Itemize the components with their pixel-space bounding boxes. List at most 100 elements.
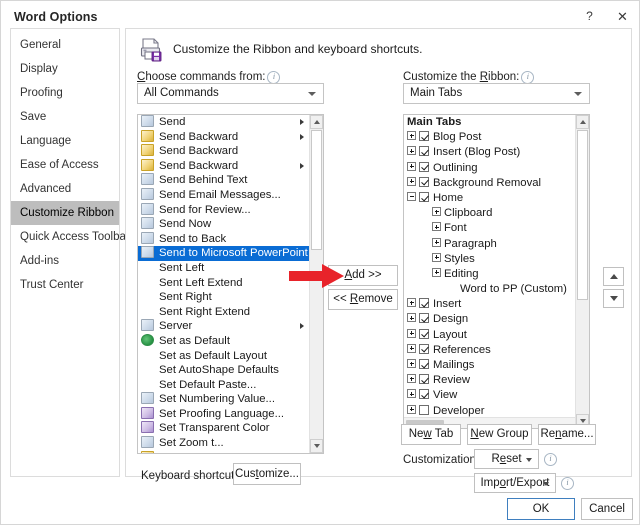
tree-item[interactable]: Clipboard (404, 206, 575, 221)
sidebar-item-language[interactable]: Language (11, 129, 119, 153)
command-list-item[interactable]: Sent Right Extend (138, 305, 309, 320)
add-button[interactable]: Add >> (328, 265, 398, 286)
expand-plus-icon[interactable] (432, 267, 441, 277)
tree-item[interactable]: Design (404, 312, 575, 327)
choose-commands-combo[interactable]: All Commands (137, 83, 324, 104)
move-up-button[interactable] (603, 267, 624, 286)
tab-visibility-checkbox[interactable] (419, 343, 429, 354)
move-down-button[interactable] (603, 289, 624, 308)
sidebar-item-ease-of-access[interactable]: Ease of Access (11, 153, 119, 177)
tree-item[interactable]: Outlining (404, 161, 575, 176)
command-list-item[interactable]: Send Backward (138, 129, 309, 145)
tree-item[interactable]: Review (404, 373, 575, 388)
command-list-item[interactable]: Send Backward (138, 158, 309, 174)
tree-item[interactable]: Paragraph (404, 237, 575, 252)
tree-item[interactable]: Layout (404, 328, 575, 343)
command-list-item[interactable]: Send to Microsoft PowerPoint (138, 246, 309, 261)
command-list-item[interactable]: Set Proofing Language... (138, 406, 309, 422)
command-list-item[interactable]: Set as Default Layout (138, 349, 309, 364)
tab-visibility-checkbox[interactable] (419, 359, 429, 369)
command-list-item[interactable]: Set AutoShape Defaults (138, 363, 309, 378)
command-list-item[interactable]: Set Numbering Value... (138, 392, 309, 407)
command-list-item[interactable]: Set Zoom t... (138, 436, 309, 451)
expand-plus-icon[interactable] (407, 389, 416, 399)
expand-plus-icon[interactable] (407, 359, 416, 368)
tab-visibility-checkbox[interactable] (419, 328, 429, 339)
tab-visibility-checkbox[interactable] (419, 131, 429, 142)
tab-visibility-checkbox[interactable] (419, 374, 429, 385)
tab-visibility-checkbox[interactable] (419, 146, 429, 157)
tab-visibility-checkbox[interactable] (419, 161, 429, 172)
expand-plus-icon[interactable] (407, 313, 416, 323)
cancel-button[interactable]: Cancel (581, 498, 633, 520)
scroll-thumb[interactable] (577, 130, 588, 300)
expand-plus-icon[interactable] (407, 131, 416, 141)
command-list-item[interactable]: Send to Back (138, 231, 309, 247)
command-list-item[interactable]: Send (138, 115, 309, 130)
command-list-item[interactable]: Send Backward (138, 144, 309, 159)
command-list-item[interactable]: Shading (138, 450, 309, 453)
help-icon[interactable]: ? (575, 4, 604, 29)
command-list-item[interactable]: Send Behind Text (138, 173, 309, 188)
main-tabs-scrollbar[interactable] (575, 115, 589, 428)
expand-plus-icon[interactable] (407, 343, 416, 353)
expand-plus-icon[interactable] (407, 374, 416, 384)
expand-plus-icon[interactable] (407, 328, 416, 338)
tree-item[interactable]: Editing (404, 267, 575, 282)
tab-visibility-checkbox[interactable] (419, 298, 429, 309)
command-list-item[interactable]: Sent Left Extend (138, 276, 309, 291)
tab-visibility-checkbox[interactable] (419, 404, 429, 415)
command-list-item[interactable]: Sent Right (138, 290, 309, 305)
sidebar-item-proofing[interactable]: Proofing (11, 81, 119, 105)
info-icon[interactable]: i (561, 477, 574, 490)
scroll-up-icon[interactable] (310, 115, 323, 129)
expand-plus-icon[interactable] (432, 207, 441, 217)
tab-visibility-checkbox[interactable] (419, 389, 429, 400)
sidebar-item-quick-access-toolbar[interactable]: Quick Access Toolbar (11, 225, 130, 249)
tree-item[interactable]: Font (404, 221, 575, 236)
command-list-item[interactable]: Send Now (138, 217, 309, 232)
tree-item[interactable]: References (404, 343, 575, 358)
close-icon[interactable]: ✕ (608, 4, 637, 29)
sidebar-item-trust-center[interactable]: Trust Center (11, 273, 119, 297)
sidebar-item-add-ins[interactable]: Add-ins (11, 249, 119, 273)
expand-plus-icon[interactable] (432, 222, 441, 232)
tree-item[interactable]: Insert (404, 297, 575, 312)
command-list-item[interactable]: Set as Default (138, 333, 309, 349)
reset-button[interactable]: Reset (474, 449, 539, 469)
tree-item[interactable]: Background Removal (404, 176, 575, 191)
tab-visibility-checkbox[interactable] (419, 191, 429, 202)
tree-item[interactable]: Styles (404, 252, 575, 267)
main-tabs-treebox[interactable]: Main Tabs Blog Post Insert (Blog Post) Outl… (403, 114, 590, 429)
expand-plus-icon[interactable] (432, 237, 441, 247)
new-tab-button[interactable]: New Tab (401, 424, 461, 445)
expand-plus-icon[interactable] (407, 404, 416, 414)
customize-ribbon-combo[interactable]: Main Tabs (403, 83, 590, 104)
command-list-item[interactable]: Sent Left (138, 261, 309, 276)
commands-listbox[interactable]: Send Send Backward Send Backward Send Backw… (137, 114, 324, 454)
tree-item[interactable]: Insert (Blog Post) (404, 145, 575, 160)
rename-button[interactable]: Rename... (538, 424, 596, 445)
commands-scrollbar[interactable] (309, 115, 323, 453)
expand-plus-icon[interactable] (432, 252, 441, 262)
tree-item[interactable]: Developer (404, 404, 575, 417)
tab-visibility-checkbox[interactable] (419, 176, 429, 187)
command-list-item[interactable]: Send for Review... (138, 202, 309, 218)
command-list-item[interactable]: Set Default Paste... (138, 378, 309, 393)
remove-button[interactable]: << Remove (328, 289, 398, 310)
sidebar-item-general[interactable]: General (11, 33, 119, 57)
tab-visibility-checkbox[interactable] (419, 313, 429, 324)
tree-item[interactable]: View (404, 388, 575, 403)
expand-plus-icon[interactable] (407, 161, 416, 171)
command-list-item[interactable]: Server (138, 319, 309, 334)
expand-plus-icon[interactable] (407, 298, 416, 308)
sidebar-item-customize-ribbon[interactable]: Customize Ribbon (11, 201, 119, 225)
ok-button[interactable]: OK (507, 498, 575, 520)
scroll-thumb[interactable] (311, 130, 322, 250)
new-group-button[interactable]: New Group (467, 424, 532, 445)
tree-item[interactable]: Blog Post (404, 130, 575, 145)
info-icon[interactable]: i (544, 453, 557, 466)
expand-plus-icon[interactable] (407, 146, 416, 156)
sidebar-item-display[interactable]: Display (11, 57, 119, 81)
expand-plus-icon[interactable] (407, 176, 416, 186)
